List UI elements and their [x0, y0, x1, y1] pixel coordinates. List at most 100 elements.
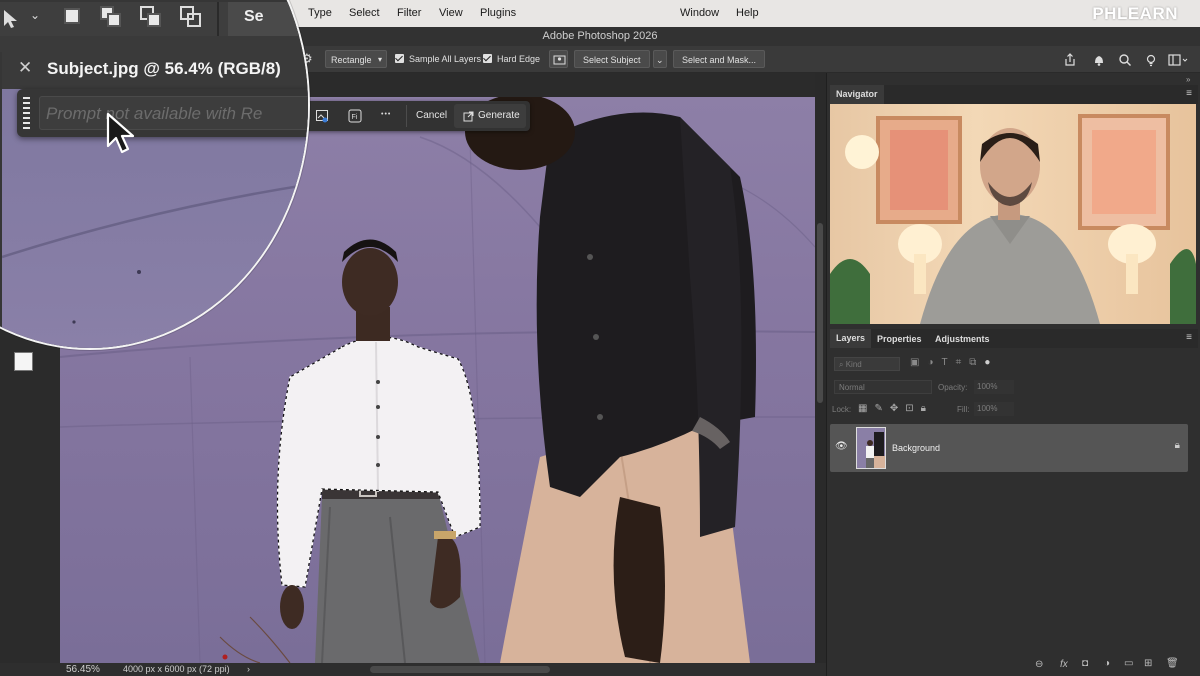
new-selection-icon[interactable]	[64, 8, 80, 24]
opacity-input[interactable]: 100%	[974, 380, 1014, 394]
lens-tools-row: ⌄ Se	[0, 2, 308, 36]
photoshop-app: ayer Type Select Filter View Plugins Win…	[0, 0, 1200, 676]
chevron-down-icon[interactable]: ⌄	[30, 8, 40, 22]
layer-name[interactable]: Background	[892, 443, 940, 453]
document-tab[interactable]: ✕ Subject.jpg @ 56.4% (RGB/8)	[2, 49, 308, 89]
svg-text:Fi: Fi	[352, 114, 358, 121]
status-menu-arrow[interactable]: ›	[247, 663, 250, 676]
foreground-color-swatch[interactable]	[14, 352, 33, 371]
search-icon[interactable]	[1118, 53, 1132, 67]
lock-icons: ▦✎✥⊡🔒︎	[858, 403, 933, 414]
menu-select[interactable]: Select	[349, 7, 380, 19]
status-bar: 56.45% 4000 px x 6000 px (72 ppi) ›	[0, 663, 826, 676]
adjustment-layer-icon[interactable]: ◑	[1104, 658, 1110, 669]
menu-filter[interactable]: Filter	[397, 7, 421, 19]
lens-select-menu-fragment[interactable]: Se	[228, 2, 308, 36]
lens-partial-label: Se	[244, 8, 264, 25]
layer-filter-dropdown[interactable]: ⌕ Kind	[834, 357, 900, 371]
menu-window[interactable]: Window	[680, 7, 719, 19]
subtract-from-selection-icon[interactable]	[140, 6, 164, 28]
chevron-down-icon: ⌄	[656, 55, 664, 65]
select-subject-button[interactable]: Select Subject	[574, 50, 650, 68]
filter-pixel-icon[interactable]: ▣	[910, 357, 927, 368]
tab-properties[interactable]: Properties	[877, 334, 922, 344]
share-icon[interactable]	[1063, 53, 1077, 67]
select-and-mask-button[interactable]: Select and Mask...	[673, 50, 766, 68]
tab-adjustments[interactable]: Adjustments	[935, 334, 990, 344]
layer-row-background[interactable]: 👁︎ Background 🔒︎	[830, 424, 1188, 472]
tab-layers[interactable]: Layers	[830, 329, 872, 348]
prompt-placeholder: Prompt not available with Re	[46, 104, 263, 123]
menu-type[interactable]: Type	[308, 7, 332, 19]
menu-view[interactable]: View	[439, 7, 463, 19]
checkbox-checked-icon	[395, 54, 404, 63]
fill-input[interactable]: 100%	[974, 402, 1014, 416]
blend-mode-value: Normal	[839, 383, 865, 392]
menu-plugins[interactable]: Plugins	[480, 7, 516, 19]
search-icon: ⌕	[839, 360, 844, 369]
filter-adjustment-icon[interactable]: ◑	[927, 357, 941, 368]
close-tab-icon[interactable]: ✕	[18, 58, 32, 78]
lock-artboard-icon[interactable]: ⊡	[905, 403, 920, 414]
filter-smart-object-icon[interactable]: ⧉	[969, 357, 984, 368]
new-layer-icon[interactable]: ⊞	[1144, 658, 1152, 669]
lock-all-icon[interactable]: 🔒︎	[921, 403, 933, 414]
zoom-level[interactable]: 56.45%	[66, 663, 100, 676]
generate-button[interactable]: Generate	[454, 104, 526, 128]
tab-navigator[interactable]: Navigator	[830, 85, 884, 104]
task-bar-divider	[406, 105, 407, 127]
document-dimensions: 4000 px x 6000 px (72 ppi)	[123, 664, 230, 674]
horizontal-scrollbar[interactable]	[370, 666, 550, 673]
select-subject-mode-icon[interactable]	[549, 50, 568, 68]
layer-style-fx-icon[interactable]: fx	[1060, 659, 1068, 670]
sample-all-layers-checkbox[interactable]: Sample All Layers	[395, 50, 481, 68]
lock-pixels-icon[interactable]: ✎	[874, 403, 889, 414]
add-mask-icon[interactable]: ◘	[1082, 658, 1088, 669]
selection-mode-value: Rectangle	[331, 55, 372, 65]
selection-mode-dropdown[interactable]: Rectangle ▾	[325, 50, 387, 68]
lock-position-icon[interactable]: ✥	[890, 403, 905, 414]
document-tab-title: Subject.jpg @ 56.4% (RGB/8)	[47, 59, 281, 78]
link-layers-icon[interactable]: ⊖	[1035, 659, 1043, 670]
add-to-selection-icon[interactable]	[100, 6, 124, 28]
vertical-scrollbar[interactable]	[815, 73, 826, 663]
workspace-icon[interactable]	[1168, 53, 1188, 67]
layer-thumbnail	[856, 427, 886, 469]
bell-icon[interactable]	[1092, 53, 1106, 67]
select-subject-dropdown[interactable]: ⌄	[653, 50, 667, 68]
filter-shape-icon[interactable]: ⌗	[956, 357, 970, 368]
lock-transparency-icon[interactable]: ▦	[858, 403, 874, 414]
intersect-selection-icon[interactable]	[180, 6, 204, 28]
drag-handle-icon[interactable]	[23, 97, 30, 129]
new-group-icon[interactable]: ▭	[1124, 658, 1133, 669]
layers-footer: ⊖ fx ◘ ◑ ▭ ⊞ 🗑︎	[830, 656, 1198, 676]
hard-edge-checkbox[interactable]: Hard Edge	[483, 50, 540, 68]
firefly-model-icon[interactable]: Fi	[348, 109, 362, 123]
generate-icon	[463, 111, 474, 122]
move-tool-icon[interactable]	[2, 8, 22, 30]
prompt-bar: Prompt not available with Re	[17, 89, 308, 137]
blend-mode-dropdown[interactable]: Normal	[834, 380, 932, 394]
lens-canvas-wall: Prompt not available with Re	[2, 89, 308, 348]
chevron-down-icon: ▾	[377, 55, 382, 64]
lock-label: Lock:	[832, 405, 852, 414]
prompt-input[interactable]: Prompt not available with Re	[39, 96, 308, 130]
visibility-eye-icon[interactable]: 👁︎	[835, 441, 848, 452]
panel-menu-icon[interactable]: ≡	[1186, 88, 1192, 99]
cancel-button[interactable]: Cancel	[416, 110, 447, 121]
fill-label: Fill:	[957, 405, 970, 414]
delete-layer-icon[interactable]: 🗑︎	[1166, 658, 1179, 669]
collapse-panels-icon[interactable]: »	[1186, 75, 1190, 84]
vertical-scroll-thumb[interactable]	[817, 223, 823, 403]
phlearn-watermark: PHLEARN	[1092, 4, 1178, 23]
filter-toggle-icon[interactable]: ●	[984, 357, 998, 368]
zoom-magnifier-lens: ⌄ Se ✕ Subject.jpg @ 56.4% (RGB/8) Promp…	[0, 0, 310, 350]
sample-all-layers-label: Sample All Layers	[409, 54, 482, 64]
more-options-icon[interactable]: •••	[381, 111, 391, 118]
menu-help[interactable]: Help	[736, 7, 759, 19]
panel-menu-icon[interactable]: ≡	[1186, 332, 1192, 343]
navigator-panel-header: Navigator ≡	[830, 85, 1198, 104]
lightbulb-icon[interactable]	[1144, 53, 1158, 67]
reference-image-icon[interactable]	[315, 109, 329, 123]
filter-type-icon[interactable]: T	[942, 357, 956, 368]
